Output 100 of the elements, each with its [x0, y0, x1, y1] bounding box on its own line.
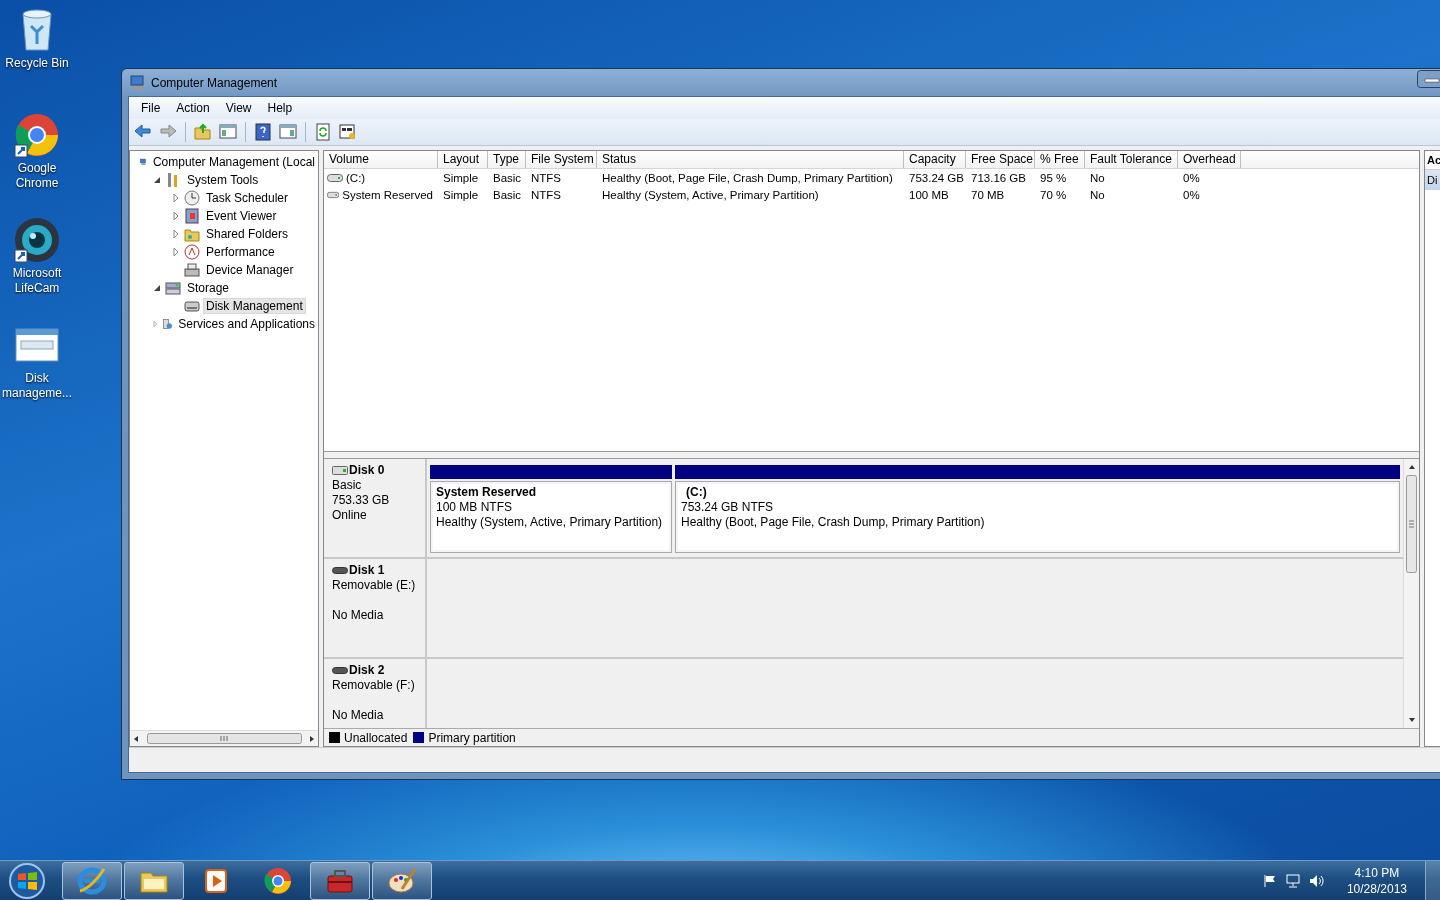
pane-icon[interactable] [218, 122, 238, 142]
table-cell-text: NTFS [530, 171, 563, 184]
column-header[interactable]: Layout [438, 151, 488, 168]
task-link[interactable]: Di [1425, 170, 1440, 190]
column-header[interactable]: Fault Tolerance [1085, 151, 1178, 168]
table-cell-text: Simple [442, 171, 480, 184]
drive-icon [327, 189, 340, 200]
scroll-down-icon[interactable] [1407, 716, 1416, 724]
tree-item[interactable]: Storage [184, 280, 233, 296]
column-header[interactable]: Volume [324, 151, 438, 168]
help-icon[interactable] [253, 122, 273, 142]
taskbar-button[interactable] [372, 861, 432, 900]
disk-drive-icon [184, 298, 200, 314]
taskbar-button[interactable] [310, 861, 370, 900]
disk-type: Basic [332, 478, 363, 493]
menu-item[interactable]: View [217, 101, 260, 115]
folder-up-icon[interactable] [193, 122, 213, 142]
minimize-button[interactable] [1417, 70, 1440, 88]
collapsed-arrow-icon[interactable] [171, 211, 181, 221]
tree-item[interactable]: Task Scheduler [203, 190, 292, 206]
partition-box[interactable]: System Reserved 100 MB NTFS Healthy (System, Active, Primary Partition) [430, 481, 672, 553]
table-cell-text: 70 MB [970, 188, 1006, 201]
disk-status: No Media [332, 708, 385, 723]
table-cell-text: NTFS [530, 188, 563, 201]
taskbar-button[interactable] [62, 861, 122, 900]
tree-item[interactable]: Computer Management (Local [149, 154, 318, 170]
disk-name: Disk 1 [349, 563, 385, 578]
menu-item[interactable]: Action [168, 101, 218, 115]
collapsed-arrow-icon[interactable] [171, 247, 181, 257]
browser-icon[interactable] [13, 111, 61, 159]
column-header[interactable]: Status [597, 151, 904, 168]
table-cell-text: Healthy (Boot, Page File, Crash Dump, Primary Partition) [601, 171, 894, 184]
pane-icon[interactable] [278, 122, 298, 142]
legend-label: Unallocated [344, 730, 408, 745]
column-header[interactable]: Free Space [966, 151, 1035, 168]
tree-item[interactable]: Event Viewer [203, 208, 280, 224]
webcam-icon[interactable] [13, 216, 61, 264]
partition-box[interactable]: (C:) 753.24 GB NTFS Healthy (Boot, Page File, Crash Dump, Primary Partition) [675, 481, 1400, 553]
speaker-icon[interactable] [1308, 873, 1325, 888]
table-cell-text: 753.24 GB [908, 171, 965, 184]
column-header[interactable]: Type [488, 151, 526, 168]
menu-item[interactable]: Help [259, 101, 301, 115]
table-cell: System Reserved [342, 188, 433, 201]
menu-item[interactable]: File [133, 101, 169, 115]
partition-size: 100 MB NTFS [436, 500, 514, 515]
disk-status: No Media [332, 608, 385, 623]
disk-type: Removable (E:) [332, 578, 417, 593]
window-title: Computer Management [151, 75, 278, 90]
scrollbar-thumb[interactable] [1406, 475, 1417, 573]
column-header[interactable]: File System [526, 151, 597, 168]
scroll-left-icon[interactable] [132, 734, 140, 743]
disk-name: Disk 2 [349, 663, 385, 678]
table-cell-text: 100 MB [908, 188, 950, 201]
table-cell: (C:) [346, 171, 366, 184]
legend-label: Primary partition [428, 730, 516, 745]
scrollbar-thumb[interactable] [146, 733, 302, 744]
desktop-icon-label[interactable]: Microsoft LifeCam [0, 266, 74, 296]
column-header[interactable]: Capacity [904, 151, 966, 168]
table-cell-text: 713.16 GB [970, 171, 1027, 184]
collapsed-arrow-icon[interactable] [171, 193, 181, 203]
partition-name: System Reserved [436, 485, 538, 500]
table-cell-text: No [1089, 171, 1106, 184]
expanded-arrow-icon[interactable] [152, 283, 162, 293]
storage-icon [165, 280, 181, 296]
tree-item[interactable]: Services and Applications [175, 316, 318, 332]
partition-size: 753.24 GB NTFS [681, 500, 775, 515]
column-header[interactable]: Overhead [1178, 151, 1241, 168]
partition-status: Healthy (Boot, Page File, Crash Dump, Primary Partition) [681, 515, 986, 530]
disk-name: Disk 0 [349, 463, 385, 478]
network-icon[interactable] [1284, 873, 1301, 888]
folder-icon [184, 226, 200, 242]
partition-name: (C:) [685, 485, 708, 500]
tree-item[interactable]: Shared Folders [203, 226, 292, 242]
clock-time: 4:10 PM [1354, 864, 1400, 881]
removable-drive-icon [332, 666, 348, 675]
expanded-arrow-icon[interactable] [152, 175, 162, 185]
taskbar-button[interactable] [124, 861, 184, 900]
disk-type: Removable (F:) [332, 678, 416, 693]
scroll-up-icon[interactable] [1407, 463, 1416, 471]
table-cell-text: No [1089, 188, 1106, 201]
table-cell-text: Basic [492, 188, 523, 201]
hard-drive-icon [332, 466, 348, 475]
show-desktop-button[interactable] [1425, 860, 1440, 900]
computer-icon [130, 74, 146, 91]
tree-item[interactable]: Device Manager [203, 262, 297, 278]
tree-item[interactable]: Performance [203, 244, 278, 260]
start-button[interactable] [6, 860, 48, 900]
desktop-icon-label[interactable]: Google Chrome [0, 161, 74, 191]
flag-icon[interactable] [1262, 873, 1277, 888]
tree-item[interactable]: Disk Management [203, 298, 306, 314]
clock[interactable]: 4:10 PM 10/28/2013 [1346, 864, 1407, 897]
collapsed-arrow-icon[interactable] [171, 229, 181, 239]
scroll-right-icon[interactable] [308, 734, 316, 743]
table-cell-text: Simple [442, 188, 480, 201]
column-header[interactable]: % Free [1035, 151, 1085, 168]
tree-item[interactable]: System Tools [184, 172, 262, 188]
desktop-icon-label[interactable]: Recycle Bin [0, 56, 74, 71]
desktop-icon-label[interactable]: Disk manageme... [0, 371, 74, 401]
properties-icon[interactable] [338, 122, 358, 142]
refresh-icon[interactable] [313, 122, 333, 142]
